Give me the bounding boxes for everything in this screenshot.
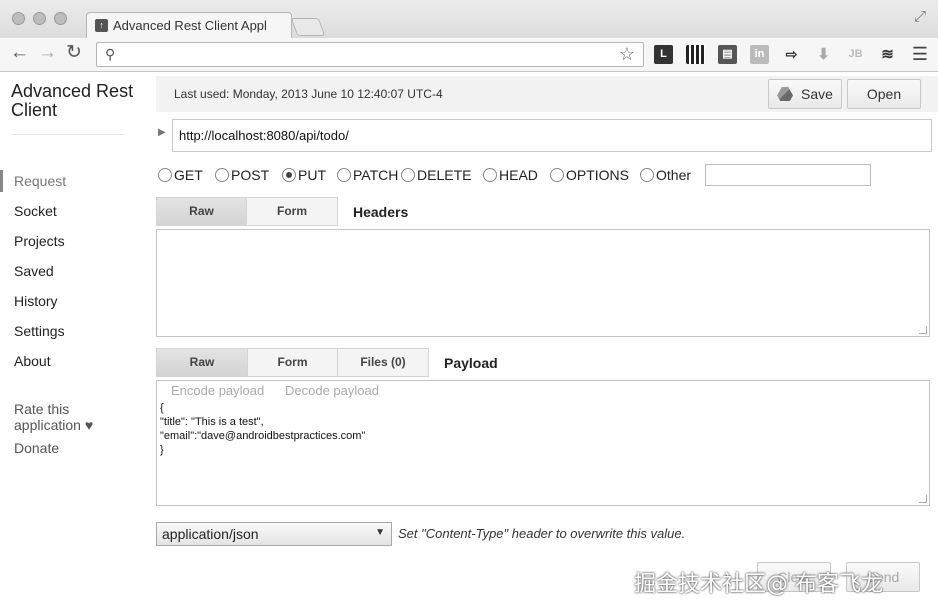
extension-pages-icon[interactable]: ▤ bbox=[718, 45, 737, 64]
divider bbox=[11, 134, 125, 135]
new-tab-button[interactable] bbox=[290, 18, 326, 36]
payload-tab-raw[interactable]: Raw bbox=[156, 348, 248, 377]
radio-icon bbox=[337, 168, 351, 182]
watermark: 掘金技术社区@ 布客飞龙 bbox=[634, 572, 883, 597]
last-used-text: Last used: Monday, 2013 June 10 12:40:07… bbox=[174, 87, 443, 101]
payload-label: Payload bbox=[444, 355, 498, 371]
method-delete-radio[interactable]: DELETE bbox=[401, 167, 471, 183]
zoom-window-icon[interactable] bbox=[54, 12, 67, 25]
method-label: PATCH bbox=[353, 167, 399, 183]
close-window-icon[interactable] bbox=[12, 12, 25, 25]
sidebar-item-history[interactable]: History bbox=[14, 293, 58, 309]
payload-tab-form[interactable]: Form bbox=[247, 348, 338, 377]
rate-app-link[interactable]: Rate this application ♥ bbox=[14, 401, 110, 433]
headers-textarea[interactable] bbox=[156, 229, 930, 337]
extension-exit-icon[interactable]: ⇨ bbox=[782, 45, 801, 64]
resize-handle-icon[interactable] bbox=[919, 326, 927, 334]
menu-icon[interactable]: ☰ bbox=[912, 44, 928, 65]
encode-payload-link[interactable]: Encode payload bbox=[171, 383, 264, 398]
content-type-hint: Set "Content-Type" header to overwrite t… bbox=[398, 526, 686, 541]
method-label: HEAD bbox=[499, 167, 538, 183]
extension-l-icon[interactable]: L bbox=[654, 45, 673, 64]
app-favicon-icon: ↑ bbox=[95, 19, 108, 32]
fullscreen-icon[interactable]: ⤢ bbox=[914, 8, 926, 25]
google-drive-icon bbox=[777, 87, 794, 101]
sidebar-item-projects[interactable]: Projects bbox=[14, 233, 65, 249]
method-put-radio[interactable]: PUT bbox=[282, 167, 326, 183]
decode-payload-link[interactable]: Decode payload bbox=[285, 383, 379, 398]
browser-toolbar: ← → ↻ ⚲ ☆ L ▤ in ⇨ ⬇ JB ≋ ☰ bbox=[0, 38, 938, 72]
method-get-radio[interactable]: GET bbox=[158, 167, 203, 183]
sidebar-item-request[interactable]: Request bbox=[14, 173, 66, 189]
content-type-value: application/json bbox=[162, 526, 259, 542]
browser-title-bar: ↑ Advanced Rest Client Appl ⤢ bbox=[0, 0, 938, 39]
headers-label: Headers bbox=[353, 204, 409, 220]
forward-icon[interactable]: → bbox=[38, 43, 57, 63]
radio-icon bbox=[640, 168, 654, 182]
headers-tab-raw[interactable]: Raw bbox=[156, 197, 247, 226]
search-icon: ⚲ bbox=[105, 46, 116, 62]
sidebar-item-socket[interactable]: Socket bbox=[14, 203, 57, 219]
radio-icon bbox=[401, 168, 415, 182]
radio-selected-icon bbox=[282, 168, 296, 182]
save-button-label: Save bbox=[801, 86, 833, 102]
minimize-window-icon[interactable] bbox=[33, 12, 46, 25]
tab-title: Advanced Rest Client Appl bbox=[113, 18, 267, 33]
payload-tab-files[interactable]: Files (0) bbox=[337, 348, 429, 377]
method-label: Other bbox=[656, 167, 692, 183]
download-icon[interactable]: ⬇ bbox=[814, 45, 833, 64]
other-method-input[interactable] bbox=[705, 164, 871, 186]
sidebar-item-settings[interactable]: Settings bbox=[14, 323, 65, 339]
method-label: DELETE bbox=[417, 167, 472, 183]
method-label: OPTIONS bbox=[566, 167, 630, 183]
radio-icon bbox=[158, 168, 172, 182]
method-options-radio[interactable]: OPTIONS bbox=[550, 167, 629, 183]
method-other-radio[interactable]: Other bbox=[640, 167, 691, 183]
save-button[interactable]: Save bbox=[768, 79, 842, 109]
linkedin-icon[interactable]: in bbox=[750, 45, 769, 64]
extension-jb-icon[interactable]: JB bbox=[846, 45, 865, 64]
expand-url-icon[interactable]: ▶ bbox=[158, 127, 166, 138]
method-label: GET bbox=[174, 167, 203, 183]
method-label: POST bbox=[231, 167, 270, 183]
address-bar[interactable]: ⚲ ☆ bbox=[96, 42, 644, 67]
extension-wave-icon[interactable]: ≋ bbox=[878, 45, 897, 64]
back-icon[interactable]: ← bbox=[10, 43, 29, 63]
resize-handle-icon[interactable] bbox=[919, 495, 927, 503]
open-button[interactable]: Open bbox=[847, 79, 921, 109]
method-label: PUT bbox=[298, 167, 326, 183]
bookmark-star-icon[interactable]: ☆ bbox=[619, 44, 635, 65]
payload-body: { "title": "This is a test", "email":"da… bbox=[160, 402, 366, 456]
reload-icon[interactable]: ↻ bbox=[66, 43, 82, 63]
qr-code-icon[interactable] bbox=[686, 45, 705, 64]
browser-tab[interactable]: ↑ Advanced Rest Client Appl bbox=[86, 12, 292, 39]
content-type-select[interactable]: application/json ▼ bbox=[156, 522, 392, 546]
payload-editor[interactable]: Encode payload Decode payload { "title":… bbox=[156, 380, 930, 506]
radio-icon bbox=[550, 168, 564, 182]
dropdown-arrow-icon: ▼ bbox=[375, 527, 385, 538]
headers-tab-form[interactable]: Form bbox=[246, 197, 338, 226]
url-input[interactable] bbox=[172, 119, 932, 152]
sidebar-item-about[interactable]: About bbox=[14, 353, 51, 369]
radio-icon bbox=[483, 168, 497, 182]
sidebar-item-saved[interactable]: Saved bbox=[14, 263, 54, 279]
app-title: Advanced Rest Client bbox=[11, 81, 134, 120]
active-indicator bbox=[0, 170, 3, 192]
method-head-radio[interactable]: HEAD bbox=[483, 167, 538, 183]
donate-link[interactable]: Donate bbox=[14, 440, 59, 456]
radio-icon bbox=[215, 168, 229, 182]
method-post-radio[interactable]: POST bbox=[215, 167, 269, 183]
method-patch-radio[interactable]: PATCH bbox=[337, 167, 398, 183]
